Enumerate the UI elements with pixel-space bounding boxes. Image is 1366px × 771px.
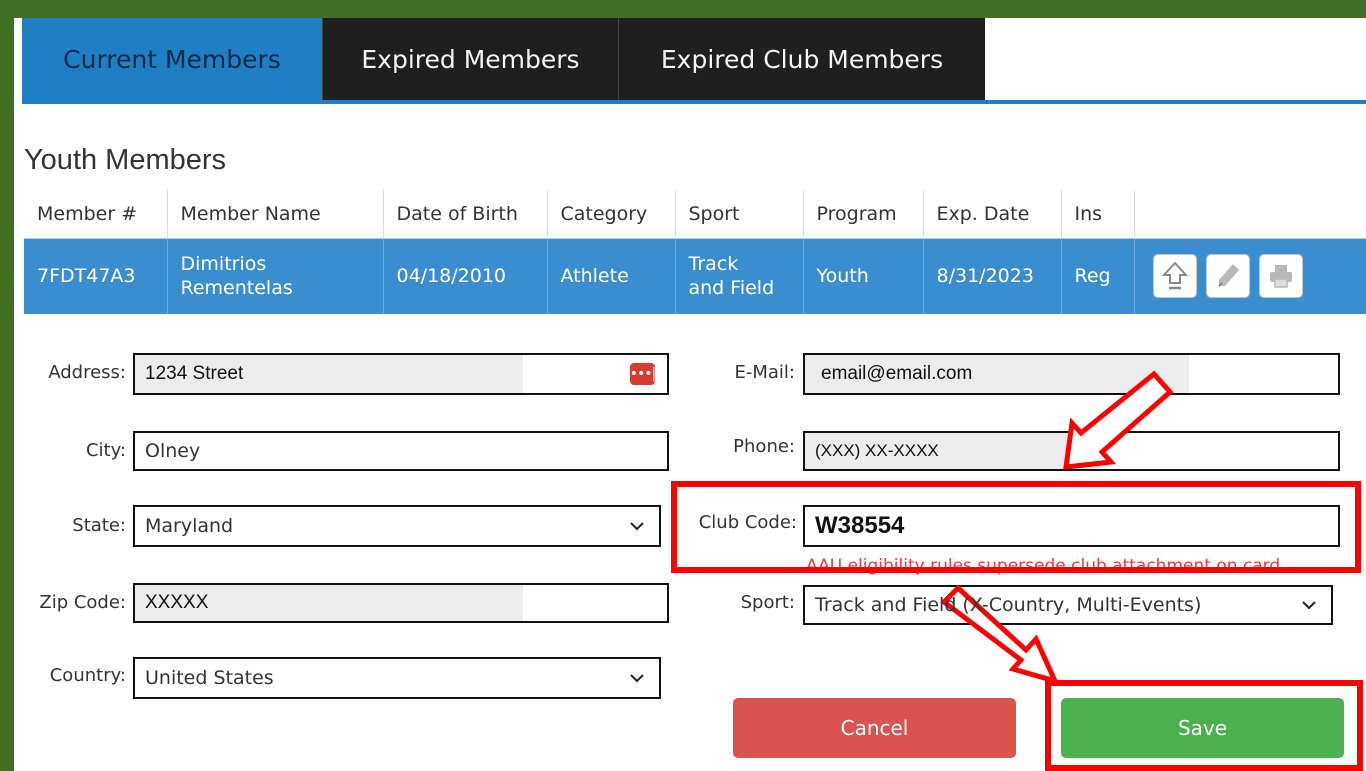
annotation-arrows <box>940 370 1174 685</box>
zip-code-value: XXXXX <box>145 592 209 613</box>
country-value: United States <box>145 667 274 689</box>
arrow-to-club-code <box>1063 370 1174 470</box>
club-code-value: W38554 <box>815 512 905 539</box>
ellipsis-icon[interactable]: •••| <box>630 363 656 385</box>
phone-value: (XXX) XX-XXXX <box>815 441 939 460</box>
address-value: 1234 Street <box>145 363 244 384</box>
city-value: Olney <box>145 440 201 462</box>
state-value: Maryland <box>145 515 234 537</box>
email-value: email@email.com <box>821 363 973 384</box>
sport-value: Track and Field (X-Country, Multi-Events… <box>815 594 1202 616</box>
